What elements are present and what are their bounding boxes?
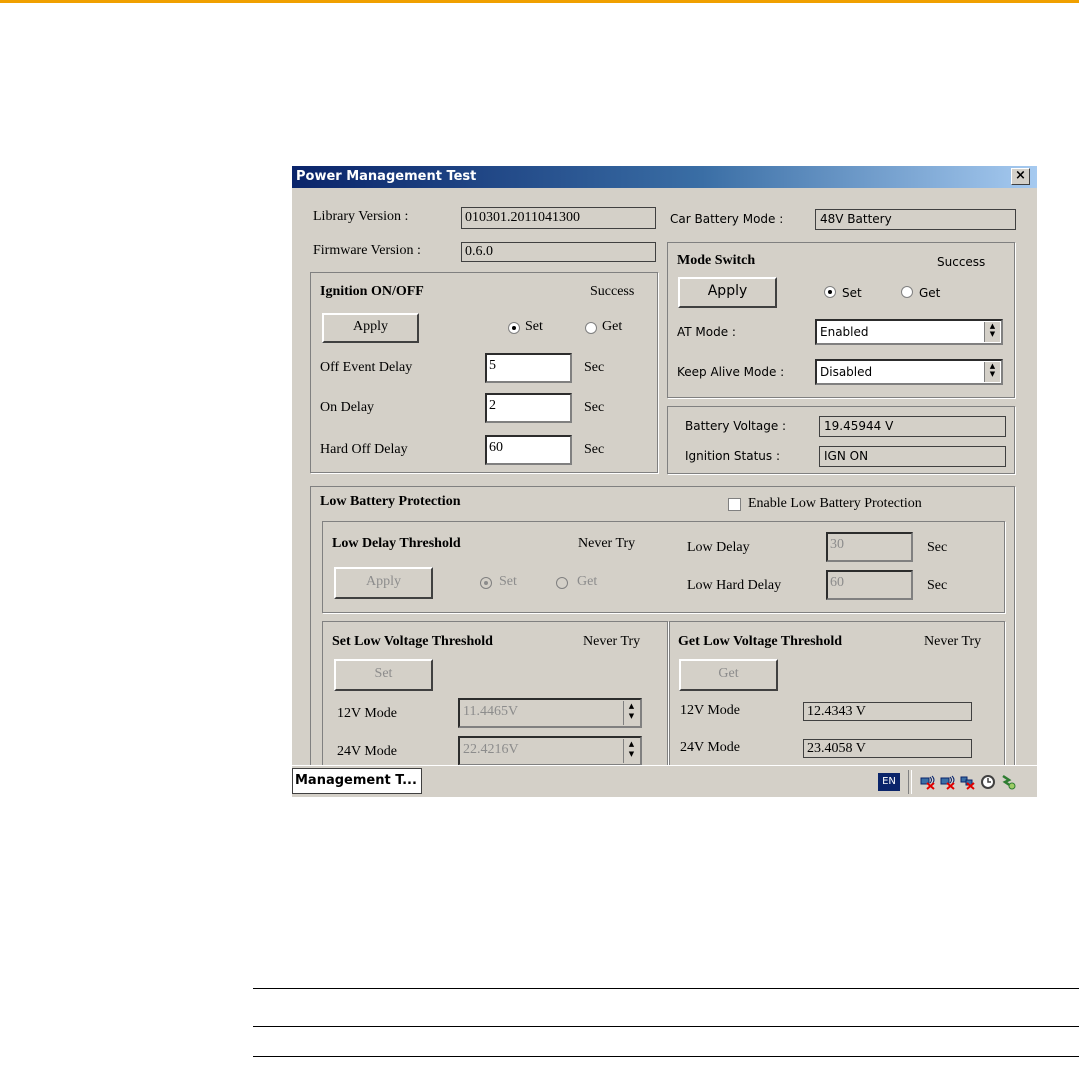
network-disconnected-icon[interactable] — [960, 774, 976, 790]
set-24v-mode-value: 22.4216V — [463, 742, 519, 757]
set-low-voltage-status: Never Try — [583, 634, 641, 649]
firmware-version-label: Firmware Version : — [313, 243, 421, 258]
on-delay-unit: Sec — [584, 400, 605, 415]
mode-switch-get-label: Get — [919, 286, 941, 300]
footer-rule-1 — [253, 988, 1079, 989]
mode-switch-get-radio[interactable] — [901, 286, 913, 298]
set-12v-mode-value: 11.4465V — [463, 704, 519, 719]
get-low-voltage-button[interactable]: Get — [679, 659, 778, 691]
low-delay-apply-button[interactable]: Apply — [334, 567, 433, 599]
power-management-window: Power Management Test × Library Version … — [292, 166, 1037, 797]
low-battery-protection-group: Low Battery Protection Enable Low Batter… — [310, 486, 1015, 786]
close-button[interactable]: × — [1011, 168, 1030, 185]
low-delay-unit: Sec — [927, 540, 948, 555]
low-delay-label: Low Delay — [687, 540, 750, 555]
low-delay-threshold-group: Low Delay Threshold Never Try Apply Set … — [322, 521, 1005, 613]
on-delay-input[interactable]: 2 — [485, 393, 572, 423]
get-12v-mode-value: 12.4343 V — [803, 702, 972, 721]
at-mode-label: AT Mode : — [677, 325, 736, 339]
ignition-get-label: Get — [602, 319, 623, 334]
low-delay-get-radio[interactable] — [556, 577, 568, 589]
language-indicator[interactable]: EN — [878, 773, 900, 791]
keep-alive-mode-select[interactable]: Disabled ▲ ▼ — [815, 359, 1003, 385]
taskbar: Management T... EN — [292, 765, 1037, 797]
off-event-delay-unit: Sec — [584, 360, 605, 375]
battery-voltage-value: 19.45944 V — [819, 416, 1006, 437]
clock-icon[interactable] — [980, 774, 996, 790]
set-24v-mode-label: 24V Mode — [337, 744, 398, 759]
mode-switch-title: Mode Switch — [677, 253, 756, 268]
footer-rule-3 — [253, 1056, 1079, 1057]
ignition-set-label: Set — [525, 319, 543, 334]
enable-low-battery-checkbox[interactable] — [728, 498, 741, 511]
status-panel: Battery Voltage : 19.45944 V Ignition St… — [667, 406, 1015, 474]
hard-off-delay-label: Hard Off Delay — [320, 442, 408, 457]
network-disconnected-icon[interactable] — [920, 774, 936, 790]
get-24v-mode-label: 24V Mode — [680, 740, 741, 755]
low-battery-title: Low Battery Protection — [320, 494, 461, 509]
low-delay-threshold-status: Never Try — [578, 536, 636, 551]
at-mode-value: Enabled — [820, 325, 869, 339]
mode-switch-group: Mode Switch Success Apply Set Get AT Mod… — [667, 242, 1015, 398]
footer-rule-2 — [253, 1026, 1079, 1027]
mode-switch-apply-button[interactable]: Apply — [678, 277, 777, 308]
keep-alive-mode-spin-icon[interactable]: ▲ ▼ — [984, 362, 1000, 382]
low-delay-threshold-title: Low Delay Threshold — [332, 536, 461, 551]
title-bar[interactable]: Power Management Test × — [292, 166, 1037, 188]
ignition-set-radio[interactable] — [508, 322, 520, 334]
set-12v-mode-select[interactable]: 11.4465V ▲ ▼ — [458, 698, 642, 728]
get-12v-mode-label: 12V Mode — [680, 703, 741, 718]
car-battery-mode-label: Car Battery Mode : — [670, 212, 784, 226]
set-12v-mode-label: 12V Mode — [337, 706, 398, 721]
set-24v-mode-select[interactable]: 22.4216V ▲ ▼ — [458, 736, 642, 766]
low-delay-set-label: Set — [499, 574, 517, 589]
window-title: Power Management Test — [296, 169, 477, 184]
page-top-rule — [0, 0, 1079, 3]
library-version-label: Library Version : — [313, 209, 409, 224]
at-mode-select[interactable]: Enabled ▲ ▼ — [815, 319, 1003, 345]
hard-off-delay-input[interactable]: 60 — [485, 435, 572, 465]
firmware-version-value: 0.6.0 — [461, 242, 656, 262]
low-delay-input[interactable]: 30 — [826, 532, 913, 562]
ignition-status: Success — [590, 284, 635, 299]
set-low-voltage-title: Set Low Voltage Threshold — [332, 634, 493, 649]
ignition-status-value: IGN ON — [819, 446, 1006, 467]
low-delay-set-radio[interactable] — [480, 577, 492, 589]
on-delay-label: On Delay — [320, 400, 375, 415]
car-battery-mode-value: 48V Battery — [815, 209, 1016, 230]
at-mode-spin-icon[interactable]: ▲ ▼ — [984, 322, 1000, 342]
library-version-value: 010301.2011041300 — [461, 207, 656, 229]
battery-voltage-label: Battery Voltage : — [685, 419, 787, 433]
mode-switch-set-label: Set — [842, 286, 862, 300]
ignition-get-radio[interactable] — [585, 322, 597, 334]
ignition-title: Ignition ON/OFF — [320, 284, 424, 299]
mode-switch-status: Success — [937, 255, 986, 269]
get-low-voltage-status: Never Try — [924, 634, 982, 649]
taskbar-window-button[interactable]: Management T... — [292, 768, 422, 794]
low-hard-delay-label: Low Hard Delay — [687, 578, 782, 593]
low-hard-delay-input[interactable]: 60 — [826, 570, 913, 600]
hard-off-delay-unit: Sec — [584, 442, 605, 457]
ignition-apply-button[interactable]: Apply — [322, 313, 419, 343]
off-event-delay-input[interactable]: 5 — [485, 353, 572, 383]
get-low-voltage-title: Get Low Voltage Threshold — [678, 634, 843, 649]
tray-app-icon[interactable] — [1000, 774, 1016, 790]
get-low-voltage-group: Get Low Voltage Threshold Never Try Get … — [669, 621, 1005, 781]
ignition-status-label: Ignition Status : — [685, 449, 780, 463]
enable-low-battery-label: Enable Low Battery Protection — [748, 496, 922, 511]
set-low-voltage-group: Set Low Voltage Threshold Never Try Set … — [322, 621, 668, 781]
set-low-voltage-button[interactable]: Set — [334, 659, 433, 691]
ignition-group: Ignition ON/OFF Success Apply Set Get Of… — [310, 272, 658, 473]
keep-alive-mode-label: Keep Alive Mode : — [677, 365, 785, 379]
tray-separator — [908, 770, 912, 794]
mode-switch-set-radio[interactable] — [824, 286, 836, 298]
keep-alive-mode-value: Disabled — [820, 365, 873, 379]
off-event-delay-label: Off Event Delay — [320, 360, 413, 375]
network-disconnected-icon[interactable] — [940, 774, 956, 790]
low-hard-delay-unit: Sec — [927, 578, 948, 593]
get-24v-mode-value: 23.4058 V — [803, 739, 972, 758]
set-24v-spin-icon[interactable]: ▲ ▼ — [623, 739, 639, 763]
set-12v-spin-icon[interactable]: ▲ ▼ — [623, 701, 639, 725]
low-delay-get-label: Get — [577, 574, 598, 589]
